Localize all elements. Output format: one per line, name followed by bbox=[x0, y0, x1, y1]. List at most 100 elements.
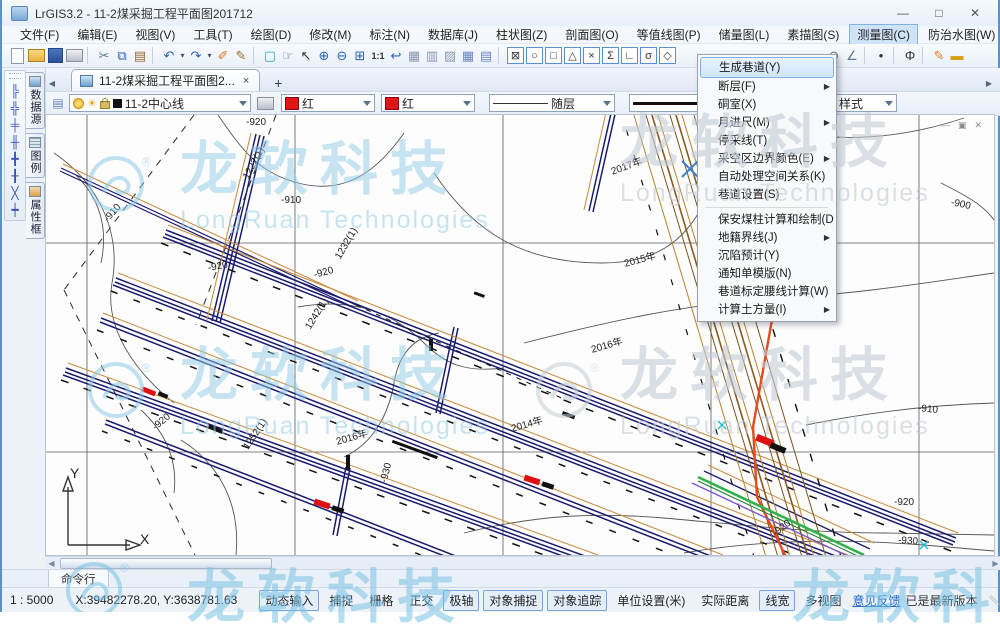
cross-tool-icon[interactable]: × bbox=[583, 47, 600, 64]
layer-manager-icon[interactable]: ▤ bbox=[48, 94, 68, 112]
sidebar-tool-7-icon[interactable]: ╳ bbox=[7, 184, 24, 201]
tab-scroll-left-icon[interactable]: ◀ bbox=[45, 75, 59, 91]
new-icon[interactable] bbox=[11, 48, 24, 64]
menu-bar-item[interactable]: 等值线图(P) bbox=[629, 24, 709, 45]
tab-scroll-right-icon[interactable]: ▶ bbox=[982, 75, 996, 91]
plot-icon[interactable] bbox=[255, 94, 275, 112]
color-combo-1[interactable]: 红 bbox=[281, 94, 375, 112]
tab-close-icon[interactable]: × bbox=[241, 75, 251, 87]
back-view-icon[interactable]: ↩ bbox=[387, 47, 405, 65]
menu-bar-item[interactable]: 修改(M) bbox=[301, 24, 359, 45]
menu-item[interactable]: 自动处理空间关系(K) bbox=[700, 168, 834, 186]
corner-tool-icon[interactable]: ∟ bbox=[621, 47, 638, 64]
menu-bar-item[interactable]: 素描图(S) bbox=[779, 24, 847, 45]
sigma-tool-icon[interactable]: Σ bbox=[602, 47, 619, 64]
menu-bar-item[interactable]: 标注(N) bbox=[361, 24, 418, 45]
horizontal-scrollbar[interactable]: ◀ ▶ bbox=[45, 556, 1000, 570]
sidebar-tool-5-icon[interactable]: ╋ bbox=[7, 150, 24, 167]
clean-brush-icon[interactable]: ✎ bbox=[232, 47, 250, 65]
menu-item[interactable]: 生成巷道(Y) bbox=[700, 57, 834, 78]
canvas-close-icon[interactable]: ✕ bbox=[974, 120, 982, 131]
zoom-out-icon[interactable]: ⊖ bbox=[333, 47, 351, 65]
panel-tab[interactable]: 属性框 bbox=[26, 182, 45, 239]
maximize-button[interactable]: □ bbox=[932, 6, 946, 20]
menu-bar-item[interactable]: 绘图(D) bbox=[243, 24, 300, 45]
status-toggle[interactable]: 极轴 bbox=[443, 590, 479, 611]
undo-icon[interactable]: ↶ bbox=[160, 47, 178, 65]
sidebar-tool-3-icon[interactable]: ╪ bbox=[7, 116, 24, 133]
menu-item[interactable]: 沉陷预计(Y) bbox=[700, 247, 834, 265]
menu-item[interactable]: 计算土方量(I)▶ bbox=[700, 301, 834, 319]
menu-item[interactable]: 地籍界线(J)▶ bbox=[700, 229, 834, 247]
status-toggle[interactable]: 捕捉 bbox=[323, 590, 359, 611]
status-toggle[interactable]: 线宽 bbox=[759, 590, 795, 611]
map-canvas[interactable]: -9202017年-9001222(1)-910-9102015年1232(1)… bbox=[45, 114, 995, 556]
menu-bar-item[interactable]: 储量图(L) bbox=[711, 24, 778, 45]
redo-icon[interactable]: ↷ bbox=[187, 47, 205, 65]
feedback-link[interactable]: 意见反馈 bbox=[852, 592, 900, 609]
menu-item[interactable]: 通知单模版(N) bbox=[700, 265, 834, 283]
scroll-right-icon[interactable]: ▶ bbox=[989, 559, 1000, 568]
linetype-combo[interactable]: 随层 bbox=[489, 94, 615, 112]
point-icon[interactable]: • bbox=[872, 47, 890, 65]
menu-bar-item[interactable]: 视图(V) bbox=[127, 24, 183, 45]
menu-item[interactable]: 采空区边界颜色(E)▶ bbox=[700, 150, 834, 168]
ruler-icon[interactable]: ▬ bbox=[948, 47, 966, 65]
menu-bar-item[interactable]: 防治水图(W) bbox=[920, 24, 1000, 45]
zoom-window-icon[interactable]: ▢ bbox=[261, 47, 279, 65]
sidebar-tool-1-icon[interactable]: ╠ bbox=[7, 82, 24, 99]
panel-tab[interactable]: 图例 bbox=[26, 133, 45, 178]
close-button[interactable]: ✕ bbox=[968, 6, 982, 20]
status-toggle[interactable]: 实际距离 bbox=[695, 590, 755, 611]
scrollbar-thumb[interactable] bbox=[60, 558, 272, 569]
status-toggle[interactable]: 多视图 bbox=[799, 590, 847, 611]
resize-grip[interactable] bbox=[988, 594, 999, 605]
pencil-icon[interactable]: ✎ bbox=[930, 47, 948, 65]
menu-bar-item[interactable]: 剖面图(O) bbox=[557, 24, 626, 45]
menu-item[interactable]: 巷道标定腰线计算(W) bbox=[700, 283, 834, 301]
redo-arrow-icon[interactable]: ▾ bbox=[205, 47, 214, 65]
document-tab[interactable]: 11-2煤采掘工程平面图2... × bbox=[71, 69, 260, 91]
zoom-in-icon[interactable]: ⊕ bbox=[315, 47, 333, 65]
layer-new-icon[interactable]: ▦ bbox=[405, 47, 423, 65]
triangle-tool-icon[interactable]: △ bbox=[564, 47, 581, 64]
zoom-extent-icon[interactable]: ⊞ bbox=[351, 47, 369, 65]
format-brush-icon[interactable]: ✐ bbox=[214, 47, 232, 65]
square-tool-icon[interactable]: □ bbox=[545, 47, 562, 64]
cut-icon[interactable]: ✂ bbox=[95, 47, 113, 65]
menu-bar-item[interactable]: 柱状图(Z) bbox=[488, 24, 555, 45]
point-box-icon[interactable]: ⊠ bbox=[507, 47, 524, 64]
menu-bar-item[interactable]: 数据库(J) bbox=[420, 24, 486, 45]
status-toggle[interactable]: 对象捕捉 bbox=[483, 590, 543, 611]
pan-icon[interactable]: ☞ bbox=[279, 47, 297, 65]
sidebar-tool-2-icon[interactable]: ╬ bbox=[7, 99, 24, 116]
menu-bar-item[interactable]: 测量图(C) bbox=[849, 24, 918, 45]
status-toggle[interactable]: 对象追踪 bbox=[547, 590, 607, 611]
open-icon[interactable] bbox=[28, 49, 45, 62]
paste-icon[interactable]: ▤ bbox=[131, 47, 149, 65]
scroll-left-icon[interactable]: ◀ bbox=[45, 559, 58, 568]
undo-arrow-icon[interactable]: ▾ bbox=[178, 47, 187, 65]
sidebar-tool-8-icon[interactable]: ┿ bbox=[7, 201, 24, 218]
minimize-button[interactable]: — bbox=[896, 6, 910, 20]
angle-icon[interactable]: ∠ bbox=[843, 47, 861, 65]
color-combo-2[interactable]: 红 bbox=[381, 94, 475, 112]
status-toggle[interactable]: 动态输入 bbox=[259, 590, 319, 611]
style-combo[interactable]: 样式 bbox=[835, 94, 897, 112]
status-toggle[interactable]: 栅格 bbox=[363, 590, 399, 611]
diamond-tool-icon[interactable]: ◇ bbox=[659, 47, 676, 64]
table-export-icon[interactable]: ▤ bbox=[477, 47, 495, 65]
layer-edit-icon[interactable]: ▥ bbox=[423, 47, 441, 65]
canvas-minimize-icon[interactable]: — bbox=[941, 120, 950, 131]
menu-bar-item[interactable]: 编辑(E) bbox=[69, 24, 125, 45]
copy-icon[interactable]: ⧉ bbox=[113, 47, 131, 65]
sigma2-tool-icon[interactable]: σ bbox=[640, 47, 657, 64]
sidebar-tool-6-icon[interactable]: ╂ bbox=[7, 167, 24, 184]
layer-combo[interactable]: ☀ 11-2中心线 bbox=[69, 94, 251, 112]
table-icon[interactable]: ▦ bbox=[459, 47, 477, 65]
circle-tool-icon[interactable]: ○ bbox=[526, 47, 543, 64]
menu-item[interactable]: 硐室(X) bbox=[700, 96, 834, 114]
status-toggle[interactable]: 单位设置(米) bbox=[611, 590, 691, 611]
phi-icon[interactable]: Φ bbox=[901, 47, 919, 65]
panel-tab[interactable]: 数据源 bbox=[26, 72, 45, 129]
